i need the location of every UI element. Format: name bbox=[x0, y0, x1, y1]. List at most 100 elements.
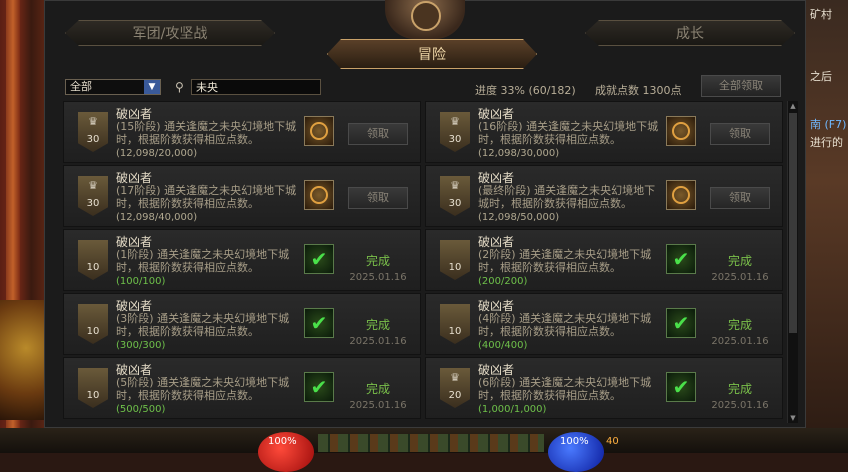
achievement-progress: (12,098/40,000) bbox=[116, 212, 198, 223]
complete-date: 2025.01.16 bbox=[349, 400, 407, 411]
scroll-up-icon[interactable]: ▲ bbox=[788, 101, 798, 111]
complete-date: 2025.01.16 bbox=[711, 400, 769, 411]
achievement-card: ♛ 30 破凶者 (16阶段) 通关逢魔之未央幻境地下城时，根据阶数获得相应点数。 (1… bbox=[425, 101, 783, 163]
compass-icon bbox=[411, 1, 441, 31]
chevron-down-icon[interactable]: ▼ bbox=[144, 80, 160, 94]
achievement-points: 成就点数 1300点 bbox=[595, 84, 682, 97]
scroll-down-icon[interactable]: ▼ bbox=[788, 413, 798, 423]
reward-icon[interactable] bbox=[304, 116, 334, 146]
point-badge: ♛ 20 bbox=[440, 368, 470, 408]
claim-button[interactable]: 领取 bbox=[710, 187, 770, 209]
scrollbar[interactable]: ▲ ▼ bbox=[787, 101, 798, 423]
claim-button[interactable]: 领取 bbox=[348, 123, 408, 145]
reward-icon[interactable]: ✔ bbox=[666, 372, 696, 402]
achievement-card: 10 破凶者 (1阶段) 通关逢魔之未央幻境地下城时，根据阶数获得相应点数。 (100… bbox=[63, 229, 421, 291]
hp-orb: 100% bbox=[258, 432, 314, 472]
achievement-card: 10 破凶者 (5阶段) 通关逢魔之未央幻境地下城时，根据阶数获得相应点数。 (500… bbox=[63, 357, 421, 419]
achievement-desc: (1阶段) 通关逢魔之未央幻境地下城时，根据阶数获得相应点数。 bbox=[116, 248, 290, 274]
search-input[interactable] bbox=[191, 79, 321, 95]
complete-date: 2025.01.16 bbox=[349, 272, 407, 283]
point-badge: ♛ 30 bbox=[78, 176, 108, 216]
quest-tag[interactable]: 南 (F7) bbox=[810, 116, 846, 132]
badge-points: 10 bbox=[86, 326, 100, 337]
achievement-desc: (16阶段) 通关逢魔之未央幻境地下城时，根据阶数获得相应点数。 bbox=[478, 120, 659, 146]
reward-icon[interactable]: ✔ bbox=[666, 244, 696, 274]
achievement-desc: (17阶段) 通关逢魔之未央幻境地下城时，根据阶数获得相应点数。 bbox=[116, 184, 297, 210]
achievement-window: 军团/攻坚战 冒险 成长 全部 ▼ ⚲ 进度 33% (60/182) 成就点数… bbox=[44, 0, 806, 428]
achievement-progress: (12,098/50,000) bbox=[478, 212, 560, 223]
reward-icon[interactable] bbox=[304, 180, 334, 210]
badge-points: 30 bbox=[86, 198, 100, 209]
point-badge: 10 bbox=[78, 368, 108, 408]
achievement-desc: (3阶段) 通关逢魔之未央幻境地下城时，根据阶数获得相应点数。 bbox=[116, 312, 290, 338]
quest-tag: 矿村 bbox=[810, 8, 832, 21]
badge-points: 30 bbox=[86, 134, 100, 145]
skill-bar[interactable] bbox=[318, 434, 544, 452]
badge-points: 20 bbox=[448, 390, 462, 401]
emblem-icon bbox=[310, 186, 328, 204]
reward-icon[interactable]: ✔ bbox=[666, 308, 696, 338]
mp-value: 100% bbox=[560, 436, 589, 447]
badge-points: 10 bbox=[86, 390, 100, 401]
achievement-card: ♛ 30 破凶者 (17阶段) 通关逢魔之未央幻境地下城时，根据阶数获得相应点数。 (1… bbox=[63, 165, 421, 227]
quest-tag: 进行的 bbox=[810, 136, 843, 149]
complete-label: 完成 bbox=[365, 382, 390, 396]
achievement-desc: (最终阶段) 通关逢魔之未央幻境地下城时，根据阶数获得相应点数。 bbox=[478, 184, 656, 210]
achievement-desc: (4阶段) 通关逢魔之未央幻境地下城时，根据阶数获得相应点数。 bbox=[478, 312, 652, 338]
complete-date: 2025.01.16 bbox=[711, 336, 769, 347]
tab-growth[interactable]: 成长 bbox=[585, 20, 795, 46]
emblem-icon bbox=[672, 122, 690, 140]
reward-icon[interactable]: ✔ bbox=[304, 244, 334, 274]
check-icon: ✔ bbox=[310, 375, 328, 399]
progress-text: 进度 33% (60/182) bbox=[475, 84, 576, 97]
achievement-desc: (6阶段) 通关逢魔之未央幻境地下城时，根据阶数获得相应点数。 bbox=[478, 376, 652, 402]
achievement-card: ♛ 30 破凶者 (最终阶段) 通关逢魔之未央幻境地下城时，根据阶数获得相应点数。 (1… bbox=[425, 165, 783, 227]
achievement-progress: (1,000/1,000) bbox=[478, 404, 547, 415]
complete-label: 完成 bbox=[727, 254, 752, 268]
achievement-card: 10 破凶者 (4阶段) 通关逢魔之未央幻境地下城时，根据阶数获得相应点数。 (400… bbox=[425, 293, 783, 355]
point-badge: ♛ 30 bbox=[440, 176, 470, 216]
check-icon: ✔ bbox=[672, 311, 690, 335]
point-badge: ♛ 30 bbox=[78, 112, 108, 152]
scroll-thumb[interactable] bbox=[789, 113, 797, 333]
badge-points: 30 bbox=[448, 134, 462, 145]
badge-points: 10 bbox=[448, 326, 462, 337]
category-dropdown[interactable]: 全部 ▼ bbox=[65, 79, 161, 95]
achievement-desc: (5阶段) 通关逢魔之未央幻境地下城时，根据阶数获得相应点数。 bbox=[116, 376, 290, 402]
tab-guild-siege[interactable]: 军团/攻坚战 bbox=[65, 20, 275, 46]
badge-points: 10 bbox=[448, 262, 462, 273]
achievement-card: 10 破凶者 (3阶段) 通关逢魔之未央幻境地下城时，根据阶数获得相应点数。 (300… bbox=[63, 293, 421, 355]
achievement-progress: (300/300) bbox=[116, 340, 166, 351]
dropdown-value: 全部 bbox=[70, 80, 92, 93]
complete-label: 完成 bbox=[365, 254, 390, 268]
complete-label: 完成 bbox=[727, 382, 752, 396]
reward-icon[interactable]: ✔ bbox=[304, 372, 334, 402]
check-icon: ✔ bbox=[310, 311, 328, 335]
achievement-card: ♛ 30 破凶者 (15阶段) 通关逢魔之未央幻境地下城时，根据阶数获得相应点数。 (1… bbox=[63, 101, 421, 163]
trophy-icon: ♛ bbox=[88, 115, 98, 128]
check-icon: ✔ bbox=[310, 247, 328, 271]
trophy-icon: ♛ bbox=[450, 179, 460, 192]
achievement-progress: (200/200) bbox=[478, 276, 528, 287]
achievement-progress: (12,098/30,000) bbox=[478, 148, 560, 159]
search-icon: ⚲ bbox=[175, 80, 184, 94]
claim-button[interactable]: 领取 bbox=[710, 123, 770, 145]
complete-label: 完成 bbox=[727, 318, 752, 332]
achievement-list: ♛ 30 破凶者 (15阶段) 通关逢魔之未央幻境地下城时，根据阶数获得相应点数。 (1… bbox=[63, 101, 785, 423]
level-indicator: 40 bbox=[606, 436, 619, 447]
reward-icon[interactable] bbox=[666, 180, 696, 210]
tab-adventure[interactable]: 冒险 bbox=[327, 39, 537, 69]
point-badge: 10 bbox=[440, 304, 470, 344]
claim-button[interactable]: 领取 bbox=[348, 187, 408, 209]
achievement-progress: (400/400) bbox=[478, 340, 528, 351]
reward-icon[interactable] bbox=[666, 116, 696, 146]
achievement-card: ♛ 20 破凶者 (6阶段) 通关逢魔之未央幻境地下城时，根据阶数获得相应点数。 (1,… bbox=[425, 357, 783, 419]
complete-date: 2025.01.16 bbox=[349, 336, 407, 347]
achievement-desc: (15阶段) 通关逢魔之未央幻境地下城时，根据阶数获得相应点数。 bbox=[116, 120, 297, 146]
achievement-desc: (2阶段) 通关逢魔之未央幻境地下城时，根据阶数获得相应点数。 bbox=[478, 248, 652, 274]
claim-all-button[interactable]: 全部领取 bbox=[701, 75, 781, 97]
achievement-progress: (500/500) bbox=[116, 404, 166, 415]
badge-points: 10 bbox=[86, 262, 100, 273]
reward-icon[interactable]: ✔ bbox=[304, 308, 334, 338]
trophy-icon: ♛ bbox=[88, 179, 98, 192]
